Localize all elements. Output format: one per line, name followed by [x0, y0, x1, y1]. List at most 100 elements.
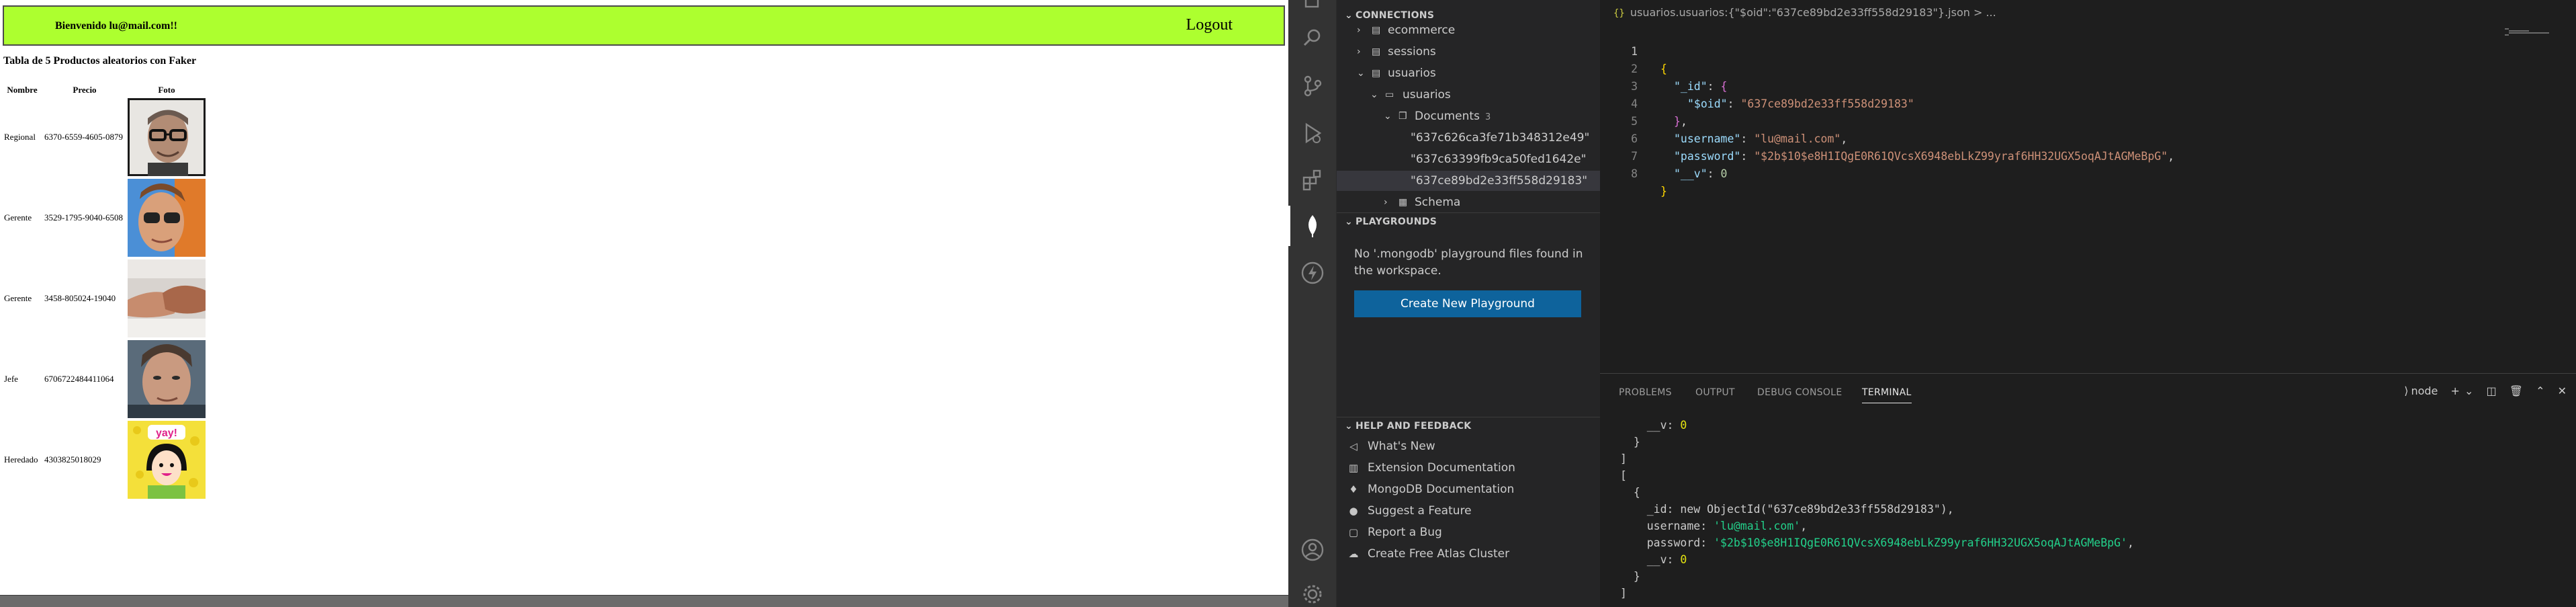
playgrounds-header[interactable]: ⌄ PLAYGROUNDS	[1337, 212, 1600, 230]
terminal-line: ]	[1620, 452, 1627, 465]
code-line: 7 "__v": 0	[1600, 130, 1727, 180]
editor-area[interactable]: {} usuarios.usuarios:{"$oid":"637ce89bd2e…	[1600, 0, 2576, 373]
table-row: Jefe 6706722484411064	[3, 339, 206, 419]
source-control-icon[interactable]	[1300, 74, 1325, 98]
terminal-line: username: 'lu@mail.com',	[1620, 520, 1808, 532]
code-token: "lu@mail.com"	[1754, 132, 1841, 145]
code-token: }	[1660, 185, 1667, 198]
help-item-mongodb-docs[interactable]: ♦ MongoDB Documentation	[1337, 479, 1600, 500]
tree-item-document[interactable]: "637c63399fb9ca50fed1642e"	[1337, 149, 1600, 169]
tree-item-label: Documents	[1415, 110, 1480, 123]
browser-bottom-bar	[0, 595, 1288, 607]
tree-item-ecommerce[interactable]: › ▤ ecommerce	[1337, 20, 1600, 40]
products-table: Nombre Precio Foto Regional 6370-6559-46…	[3, 83, 206, 500]
help-item-extension-docs[interactable]: ▥ Extension Documentation	[1337, 457, 1600, 479]
tree-item-schema[interactable]: › ▦ Schema	[1337, 192, 1600, 212]
code-token: :	[1707, 80, 1721, 93]
product-price: 3458-805024-19040	[44, 293, 116, 303]
run-debug-icon[interactable]	[1300, 121, 1325, 145]
product-photo-cell	[128, 258, 206, 339]
search-icon[interactable]	[1300, 26, 1325, 50]
bottom-panel: PROBLEMS OUTPUT DEBUG CONSOLE TERMINAL ⟩…	[1600, 373, 2576, 607]
tree-item-sessions[interactable]: › ▤ sessions	[1337, 42, 1600, 62]
tab-output[interactable]: OUTPUT	[1695, 387, 1735, 398]
help-item-label: Suggest a Feature	[1368, 504, 1472, 518]
logout-link[interactable]: Logout	[1186, 16, 1233, 34]
tab-terminal[interactable]: TERMINAL	[1862, 387, 1912, 403]
man-glasses-photo	[128, 98, 206, 176]
browser-page: Bienvenido lu@mail.com!! Logout Tabla de…	[0, 0, 1288, 607]
product-photo-cell	[128, 177, 206, 258]
cloud-icon: ☁	[1348, 548, 1359, 560]
breadcrumb[interactable]: {} usuarios.usuarios:{"$oid":"637ce89bd2e…	[1600, 5, 1996, 20]
database-icon: ▤	[1372, 46, 1381, 57]
explorer-icon[interactable]	[1300, 0, 1325, 12]
tree-item-label: ecommerce	[1388, 24, 1456, 37]
code-token: :	[1727, 97, 1741, 110]
terminal-name[interactable]: node	[2411, 385, 2438, 397]
trash-icon[interactable]: 🗑	[2510, 385, 2523, 397]
account-icon[interactable]	[1300, 538, 1325, 562]
man-portrait-photo	[128, 340, 206, 418]
split-terminal-icon[interactable]: ◫	[2486, 385, 2496, 397]
extensions-icon[interactable]	[1300, 168, 1325, 192]
hands-photo	[128, 259, 206, 337]
code-token: "_id"	[1674, 80, 1707, 93]
code-line: 5 "username": "lu@mail.com",	[1600, 95, 1847, 145]
help-item-whats-new[interactable]: ◁ What's New	[1337, 436, 1600, 457]
tree-item-usuarios-db[interactable]: ⌄ ▤ usuarios	[1337, 63, 1600, 83]
tree-item-document-selected[interactable]: "637ce89bd2e33ff558d29183"	[1337, 171, 1600, 191]
code-token: {	[1660, 63, 1667, 75]
help-item-suggest-feature[interactable]: ● Suggest a Feature	[1337, 500, 1600, 522]
help-item-label: Extension Documentation	[1368, 461, 1515, 475]
tree-item-usuarios-collection[interactable]: ⌄ ▭ usuarios	[1337, 85, 1600, 105]
code-token: {	[1720, 80, 1728, 93]
chevron-down-icon[interactable]: ⌄	[2464, 385, 2473, 397]
database-icon: ▤	[1372, 68, 1381, 79]
help-feedback-header[interactable]: ⌄ HELP AND FEEDBACK	[1337, 417, 1600, 434]
settings-gear-icon[interactable]	[1300, 582, 1325, 606]
product-name: Heredado	[4, 454, 38, 464]
product-photo-cell	[128, 339, 206, 419]
chevron-right-icon: ›	[1357, 25, 1361, 36]
code-line: 1 {	[1600, 26, 1667, 75]
document-id-label: "637c63399fb9ca50fed1642e"	[1411, 153, 1587, 166]
man-sunglasses-photo	[128, 179, 206, 257]
documents-icon: ❒	[1398, 111, 1407, 122]
document-id-label: "637ce89bd2e33ff558d29183"	[1411, 174, 1588, 188]
close-panel-icon[interactable]: ✕	[2558, 385, 2567, 397]
terminal-line: password: '$2b$10$e8H1IQgE0R61QVcsX6948e…	[1620, 536, 2134, 549]
tree-item-document[interactable]: "637c626ca3fe71b348312e49"	[1337, 128, 1600, 148]
product-photo-cell: yay!	[128, 419, 206, 500]
help-item-report-bug[interactable]: ▢ Report a Bug	[1337, 522, 1600, 543]
code-token: :	[1740, 132, 1755, 145]
tree-item-label: usuarios	[1388, 67, 1436, 80]
megaphone-icon: ◁	[1349, 440, 1358, 452]
tab-debug-console[interactable]: DEBUG CONSOLE	[1757, 387, 1842, 398]
lightning-icon[interactable]	[1300, 261, 1325, 285]
welcome-message: Bienvenido lu@mail.com!!	[55, 20, 177, 32]
document-count: 3	[1484, 112, 1491, 122]
product-name: Gerente	[4, 293, 32, 303]
add-terminal-icon[interactable]: +	[2450, 385, 2459, 397]
json-icon: {}	[1613, 8, 1625, 19]
active-indicator	[1288, 206, 1290, 246]
tab-problems[interactable]: PROBLEMS	[1619, 387, 1672, 398]
help-item-atlas-cluster[interactable]: ☁ Create Free Atlas Cluster	[1337, 543, 1600, 565]
create-playground-button[interactable]: Create New Playground	[1354, 290, 1581, 317]
mongodb-leaf-icon[interactable]	[1300, 214, 1325, 238]
activity-bar	[1288, 0, 1337, 607]
terminal-line: __v: 0	[1620, 419, 1687, 432]
tree-item-documents[interactable]: ⌄ ❒ Documents 3	[1337, 106, 1600, 126]
tree-item-label: Schema	[1415, 196, 1461, 209]
tree-item-label: sessions	[1388, 45, 1436, 58]
chevron-down-icon: ⌄	[1345, 421, 1353, 432]
help-item-label: MongoDB Documentation	[1368, 483, 1515, 496]
help-feedback-header-label: HELP AND FEEDBACK	[1356, 421, 1472, 432]
product-price: 6370-6559-4605-0879	[44, 132, 123, 142]
chevron-right-icon: ›	[1357, 46, 1361, 57]
code-token: "$2b$10$e8H1IQgE0R61QVcsX6948ebLkZ99yraf…	[1754, 150, 2168, 163]
maximize-panel-icon[interactable]: ⌃	[2536, 385, 2544, 397]
chevron-right-icon: ›	[1384, 197, 1388, 208]
minimap[interactable]	[2502, 26, 2563, 46]
